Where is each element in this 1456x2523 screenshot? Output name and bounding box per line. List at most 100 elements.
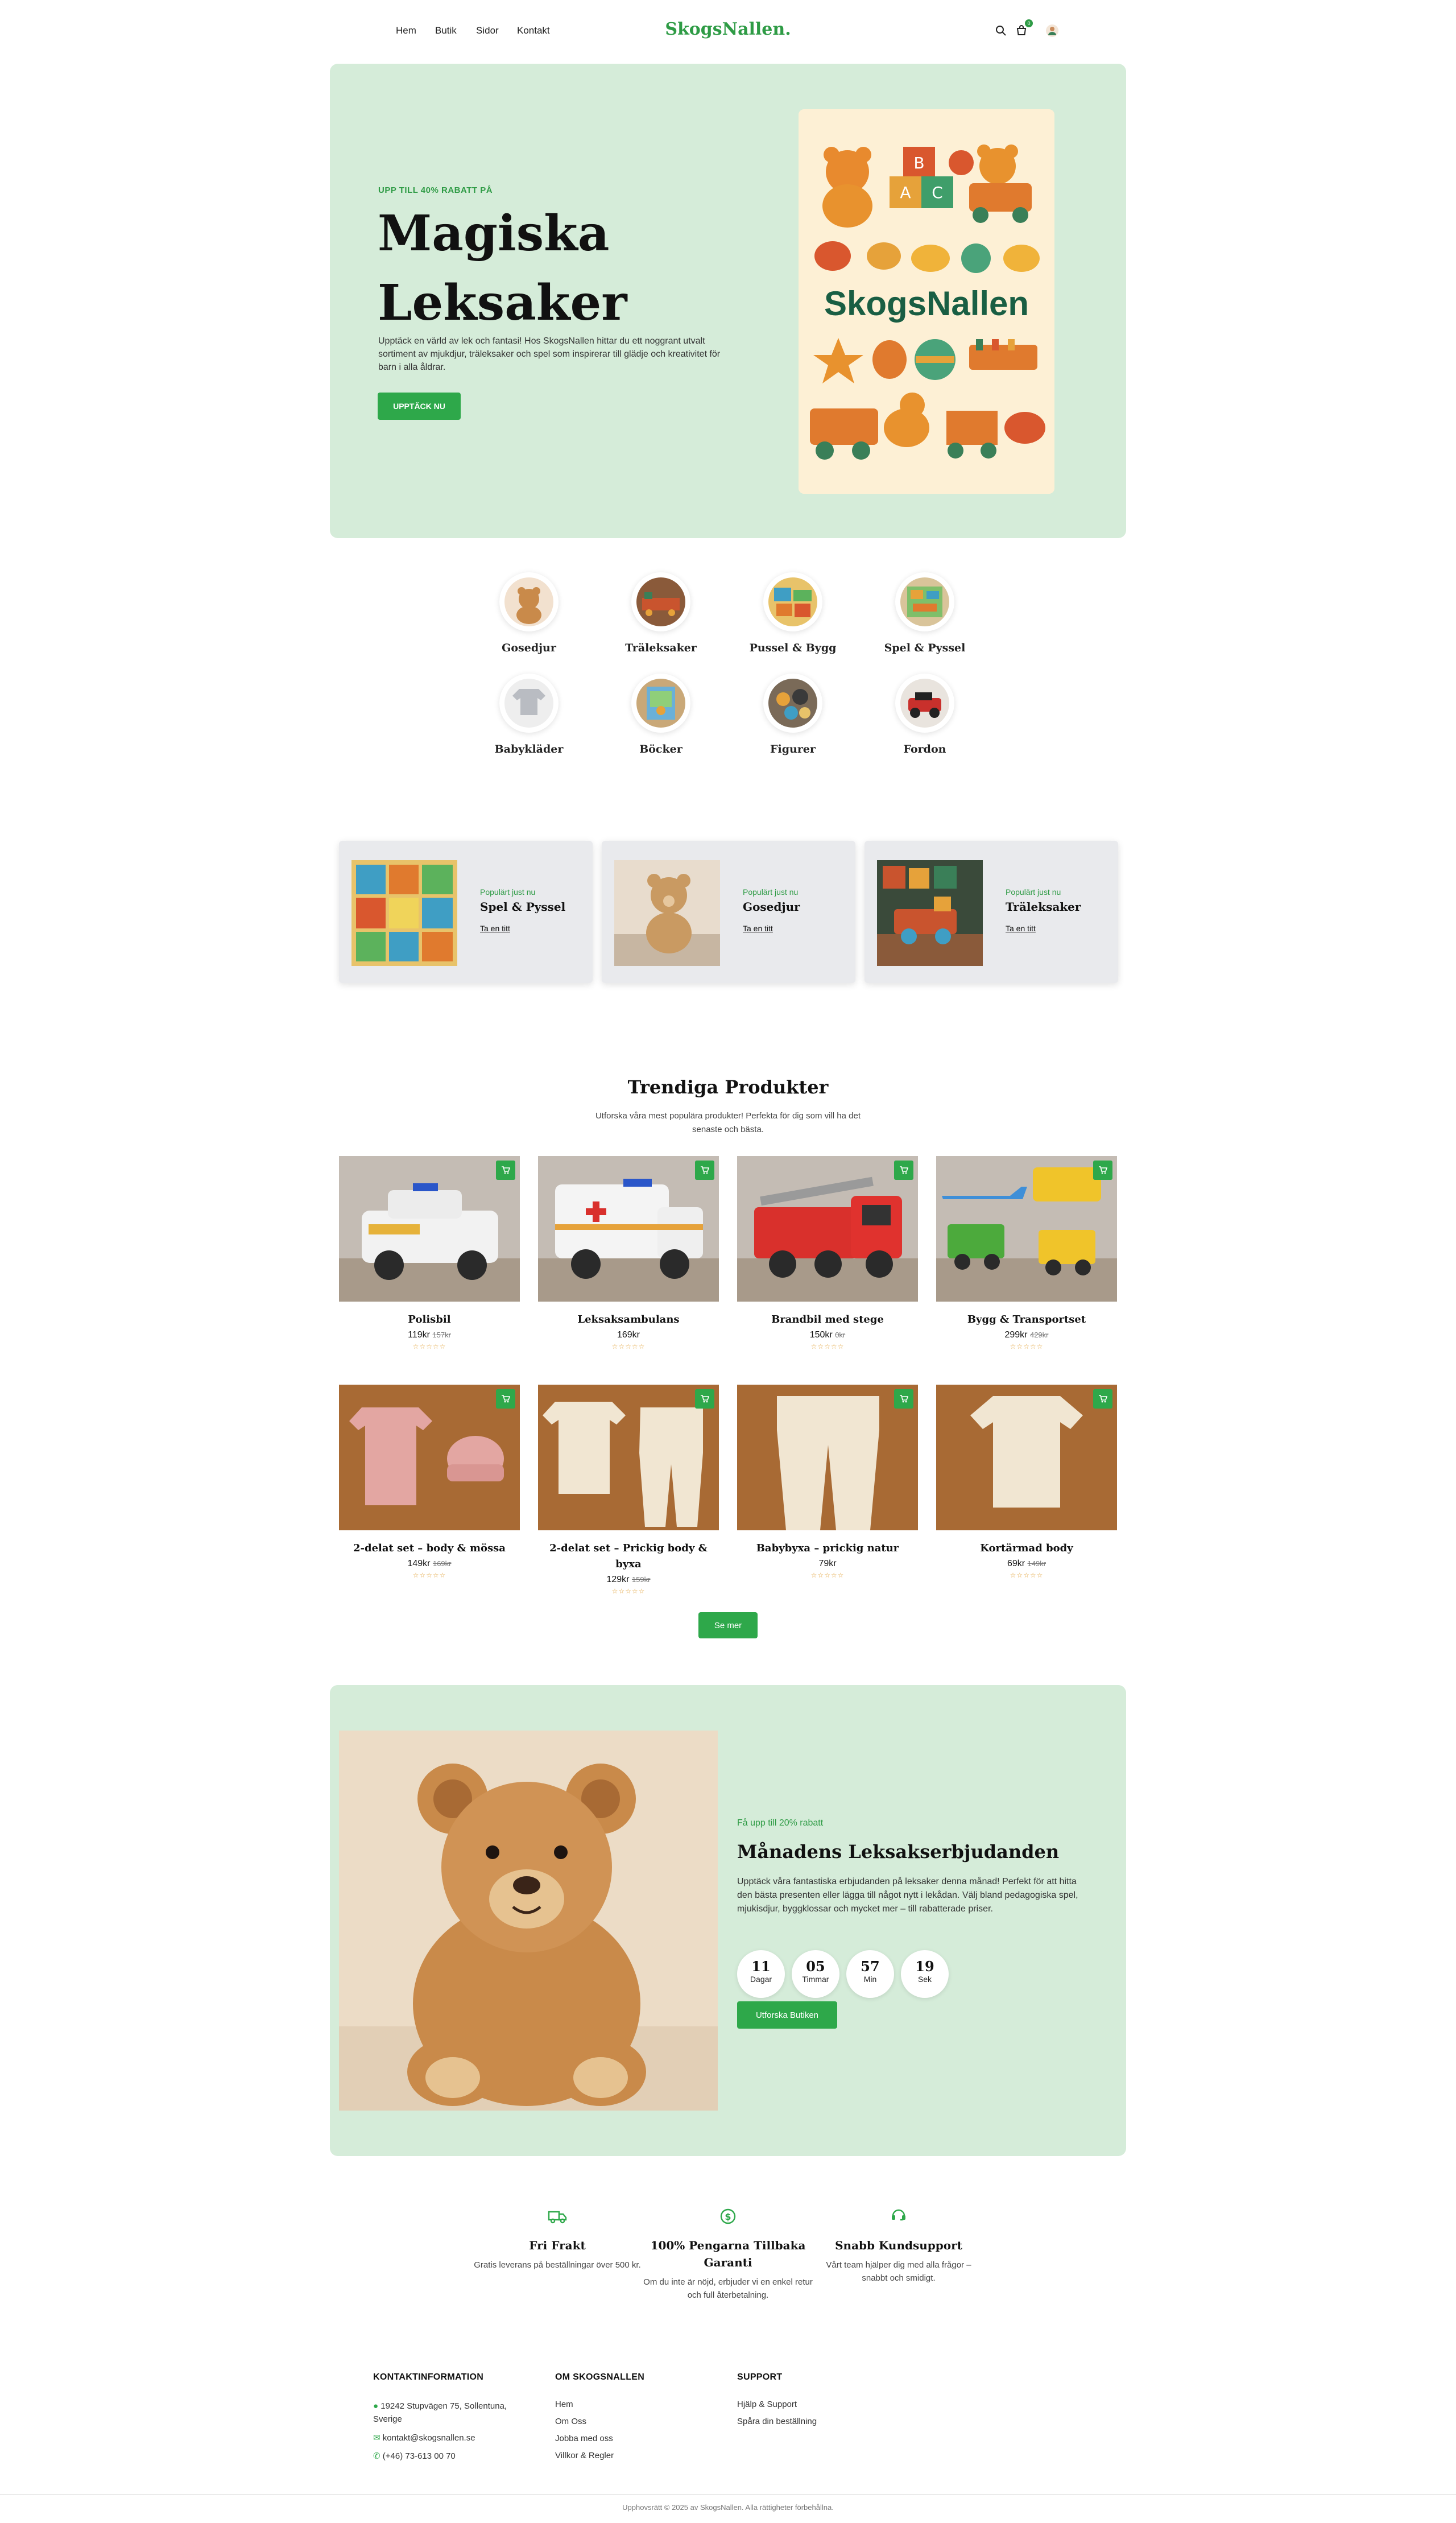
add-to-cart-icon[interactable] bbox=[1093, 1161, 1112, 1180]
product-price: 299kr 429kr bbox=[936, 1330, 1117, 1340]
add-to-cart-icon[interactable] bbox=[496, 1161, 515, 1180]
footer-link-om-oss[interactable]: Om Oss bbox=[555, 2417, 586, 2426]
product-name[interactable]: 2-delat set – body & mössa bbox=[339, 1541, 520, 1556]
explore-shop-button[interactable]: Utforska Butiken bbox=[737, 2001, 837, 2029]
footer-link-hem[interactable]: Hem bbox=[555, 2400, 573, 2409]
category-fordon[interactable]: Fordon bbox=[874, 674, 976, 755]
add-to-cart-icon[interactable] bbox=[894, 1161, 913, 1180]
product-name[interactable]: 2-delat set – Prickig body & byxa bbox=[538, 1541, 719, 1572]
category-gosedjur[interactable]: Gosedjur bbox=[478, 572, 580, 654]
product-card[interactable]: 2-delat set – body & mössa 149kr 169kr ☆… bbox=[339, 1385, 520, 1579]
hero-eyebrow: UPP TILL 40% RABATT PÅ bbox=[378, 185, 493, 195]
trending-title: Trendiga Produkter bbox=[627, 1076, 829, 1098]
email-text[interactable]: kontakt@skogsnallen.se bbox=[383, 2433, 475, 2443]
see-more-button[interactable]: Se mer bbox=[698, 1612, 758, 1638]
feature-title: 100% Pengarna Tillbaka Garanti bbox=[650, 2239, 806, 2269]
category-label: Fordon bbox=[903, 743, 946, 755]
add-to-cart-icon[interactable] bbox=[695, 1161, 714, 1180]
deal-title: Månadens Leksakserbjudanden bbox=[737, 1841, 1060, 1863]
rating-stars: ☆☆☆☆☆ bbox=[412, 1343, 446, 1351]
hero-image: B A C SkogsNallen bbox=[799, 109, 1054, 494]
footer-address: ● 19242 Stupvägen 75, Sollentuna, Sverig… bbox=[373, 2400, 521, 2426]
product-card[interactable]: Kortärmad body 69kr 149kr ☆☆☆☆☆ bbox=[936, 1385, 1117, 1579]
category-figurer[interactable]: Figurer bbox=[742, 674, 844, 755]
product-card[interactable]: Babybyxa – prickig natur 79kr ☆☆☆☆☆ bbox=[737, 1385, 918, 1579]
old-price: 159kr bbox=[631, 1575, 651, 1584]
deal-eyebrow: Få upp till 20% rabatt bbox=[737, 1818, 824, 1828]
product-name[interactable]: Kortärmad body bbox=[936, 1541, 1117, 1556]
current-price: 69kr bbox=[1007, 1559, 1025, 1568]
nav-sidor[interactable]: Sidor bbox=[476, 25, 499, 36]
svg-text:$: $ bbox=[725, 2211, 731, 2222]
money-back-icon: $ bbox=[717, 2205, 739, 2228]
nav-hem[interactable]: Hem bbox=[396, 25, 416, 36]
footer-link-help[interactable]: Hjälp & Support bbox=[737, 2400, 797, 2409]
footer-link-jobba[interactable]: Jobba med oss bbox=[555, 2434, 613, 2443]
promo-card-spel-pyssel[interactable]: Populärt just nu Spel & Pyssel Ta en tit… bbox=[339, 841, 593, 983]
svg-text:C: C bbox=[932, 183, 943, 202]
promo-eyebrow: Populärt just nu bbox=[1006, 887, 1061, 897]
product-card[interactable]: Polisbil 119kr 157kr ☆☆☆☆☆ bbox=[339, 1156, 520, 1351]
board-games-image bbox=[351, 860, 457, 966]
product-price: 129kr 159kr bbox=[538, 1575, 719, 1585]
category-traleksaker[interactable]: Träleksaker bbox=[610, 572, 712, 654]
promo-eyebrow: Populärt just nu bbox=[480, 887, 536, 897]
user-avatar[interactable] bbox=[1044, 23, 1060, 39]
discover-now-button[interactable]: UPPTÄCK NU bbox=[378, 393, 461, 420]
footer-email[interactable]: ✉ kontakt@skogsnallen.se bbox=[373, 2433, 475, 2443]
teddy-icon bbox=[504, 577, 553, 626]
category-spel-pyssel[interactable]: Spel & Pyssel bbox=[874, 572, 976, 654]
category-pussel-bygg[interactable]: Pussel & Bygg bbox=[742, 572, 844, 654]
countdown-value: 19 bbox=[915, 1958, 934, 1975]
site-logo[interactable]: SkogsNallen. bbox=[660, 19, 796, 39]
add-to-cart-icon[interactable] bbox=[1093, 1389, 1112, 1409]
search-icon[interactable] bbox=[993, 23, 1009, 39]
footer-link-track-order[interactable]: Spåra din beställning bbox=[737, 2417, 817, 2426]
countdown-value: 57 bbox=[861, 1958, 880, 1975]
cart-icon[interactable]: 0 bbox=[1014, 19, 1033, 39]
product-image-kortarmad-body bbox=[936, 1385, 1117, 1530]
wooden-train-icon bbox=[636, 577, 685, 626]
promo-link[interactable]: Ta en titt bbox=[480, 924, 510, 933]
product-name[interactable]: Leksaksambulans bbox=[538, 1312, 719, 1328]
add-to-cart-icon[interactable] bbox=[894, 1389, 913, 1409]
trending-subtitle: Utforska våra mest populära produkter! P… bbox=[595, 1111, 861, 1134]
current-price: 150kr bbox=[809, 1330, 833, 1340]
product-card[interactable]: 2-delat set – Prickig body & byxa 129kr … bbox=[538, 1385, 719, 1595]
countdown-label: Dagar bbox=[750, 1975, 772, 1984]
promo-link[interactable]: Ta en titt bbox=[1006, 924, 1036, 933]
product-card[interactable]: Leksaksambulans 169kr ☆☆☆☆☆ bbox=[538, 1156, 719, 1351]
mail-icon: ✉ bbox=[373, 2433, 380, 2443]
product-image-brandbil bbox=[737, 1156, 918, 1302]
product-name[interactable]: Babybyxa – prickig natur bbox=[737, 1541, 918, 1556]
phone-text[interactable]: (+46) 73-613 00 70 bbox=[383, 2451, 456, 2461]
category-bocker[interactable]: Böcker bbox=[610, 674, 712, 755]
footer-contact-title: KONTAKTINFORMATION bbox=[373, 2372, 484, 2382]
product-price: 69kr 149kr bbox=[936, 1559, 1117, 1569]
promo-card-traleksaker[interactable]: Populärt just nu Träleksaker Ta en titt bbox=[864, 841, 1118, 983]
category-label: Babykläder bbox=[494, 743, 564, 755]
product-name[interactable]: Polisbil bbox=[339, 1312, 520, 1328]
product-name[interactable]: Brandbil med stege bbox=[737, 1312, 918, 1328]
svg-text:A: A bbox=[900, 183, 911, 202]
category-label: Figurer bbox=[770, 743, 816, 755]
add-to-cart-icon[interactable] bbox=[695, 1389, 714, 1409]
feature-support: Snabb Kundsupport Vårt team hjälper dig … bbox=[813, 2205, 984, 2285]
product-image-bygg-transport bbox=[936, 1156, 1117, 1302]
product-card[interactable]: Bygg & Transportset 299kr 429kr ☆☆☆☆☆ bbox=[936, 1156, 1117, 1351]
footer-link-villkor[interactable]: Villkor & Regler bbox=[555, 2451, 614, 2460]
address-text: 19242 Stupvägen 75, Sollentuna, Sverige bbox=[373, 2401, 507, 2424]
promo-link[interactable]: Ta en titt bbox=[743, 924, 773, 933]
footer-phone[interactable]: ✆ (+46) 73-613 00 70 bbox=[373, 2451, 456, 2461]
product-name[interactable]: Bygg & Transportset bbox=[936, 1312, 1117, 1328]
add-to-cart-icon[interactable] bbox=[496, 1389, 515, 1409]
current-price: 169kr bbox=[617, 1330, 640, 1340]
product-card[interactable]: Brandbil med stege 150kr 0kr ☆☆☆☆☆ bbox=[737, 1156, 918, 1351]
current-price: 129kr bbox=[606, 1575, 630, 1584]
support-icon bbox=[887, 2205, 910, 2228]
current-price: 79kr bbox=[818, 1559, 837, 1568]
nav-kontakt[interactable]: Kontakt bbox=[517, 25, 550, 36]
promo-card-gosedjur[interactable]: Populärt just nu Gosedjur Ta en titt bbox=[602, 841, 855, 983]
nav-butik[interactable]: Butik bbox=[435, 25, 457, 36]
category-babyklader[interactable]: Babykläder bbox=[478, 674, 580, 755]
